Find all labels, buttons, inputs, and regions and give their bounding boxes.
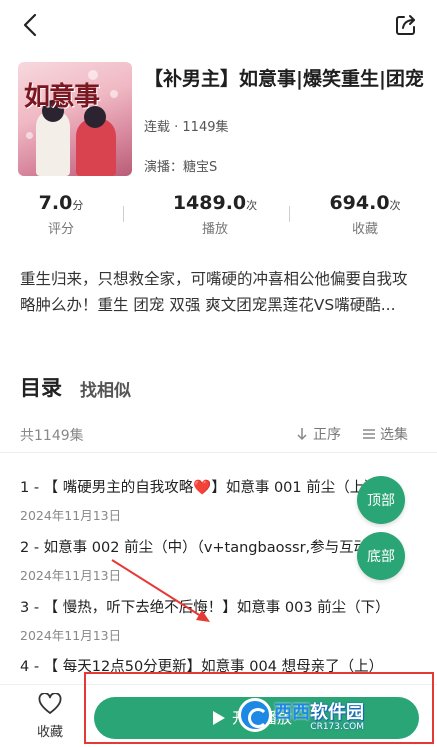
cover-petal: [110, 90, 118, 98]
watermark-main-a: 西西: [274, 702, 310, 723]
stat-unit: 次: [246, 199, 258, 212]
stat-favorites: 694.0次 收藏: [315, 192, 415, 237]
episode-count: 共1149集: [20, 428, 84, 444]
sort-label: 正序: [313, 427, 341, 443]
cover-petal: [26, 132, 33, 139]
stat-label: 评分: [47, 222, 74, 237]
album-description[interactable]: 重生归来，只想救全家，可嘴硬的冲喜相公他偏要自我攻略肿么办！重生 团宠 双强 爽…: [20, 266, 420, 318]
watermark: 西西软件园 CR173.COM: [238, 698, 364, 732]
share-icon[interactable]: [393, 12, 419, 38]
stat-unit: 次: [389, 199, 401, 212]
stat-label: 收藏: [351, 222, 378, 237]
album-status: 连载 · 1149集: [144, 120, 229, 135]
list-icon: [363, 429, 375, 439]
stat-plays: 1489.0次 播放: [150, 192, 280, 237]
stat-divider: [123, 206, 124, 222]
favorite-button[interactable]: 收藏: [28, 692, 72, 740]
stat-value: 1489.0: [172, 192, 247, 214]
album-cover[interactable]: 如意事: [18, 62, 132, 176]
cover-title: 如意事: [24, 82, 100, 112]
divider: [0, 452, 437, 453]
stat-value: 694.0: [329, 192, 390, 214]
stat-rating: 7.0分 评分: [22, 192, 100, 237]
sort-icon: [297, 428, 307, 441]
list-item[interactable]: 3 - 【 慢热，听下去绝不后悔！】如意事 003 前尘（下） 2024年11月…: [20, 596, 420, 644]
episode-date: 2024年11月13日: [20, 628, 122, 643]
select-episodes-button[interactable]: 选集: [362, 424, 408, 444]
episode-list-header: 共1149集 正序 选集: [0, 420, 437, 448]
watermark-logo-icon: [238, 698, 272, 732]
scroll-bottom-button[interactable]: 底部: [357, 532, 405, 580]
stat-label: 播放: [201, 222, 228, 237]
favorite-label: 收藏: [36, 725, 63, 740]
episode-title: 3 - 【 慢热，听下去绝不后悔！】如意事 003 前尘（下）: [20, 600, 390, 616]
back-chevron-icon[interactable]: [18, 12, 44, 38]
stat-divider: [289, 206, 290, 222]
tab-similar[interactable]: 找相似: [80, 376, 131, 401]
top-bar: [0, 0, 437, 50]
watermark-text: 西西软件园 CR173.COM: [274, 698, 364, 732]
heart-icon: [38, 692, 62, 714]
select-label: 选集: [380, 427, 408, 443]
stat-value: 7.0: [38, 192, 73, 214]
sort-button[interactable]: 正序: [295, 424, 341, 444]
tab-catalog[interactable]: 目录: [20, 372, 62, 402]
album-title: 【补男主】如意事|爆笑重生|团宠: [144, 68, 424, 90]
stats-row: 7.0分 评分 1489.0次 播放 694.0次 收藏: [0, 192, 437, 240]
album-narrator[interactable]: 演播：糖宝S: [144, 156, 217, 175]
watermark-main-b: 软件园: [310, 702, 364, 723]
stat-unit: 分: [72, 199, 84, 212]
scroll-top-button[interactable]: 顶部: [357, 476, 405, 524]
